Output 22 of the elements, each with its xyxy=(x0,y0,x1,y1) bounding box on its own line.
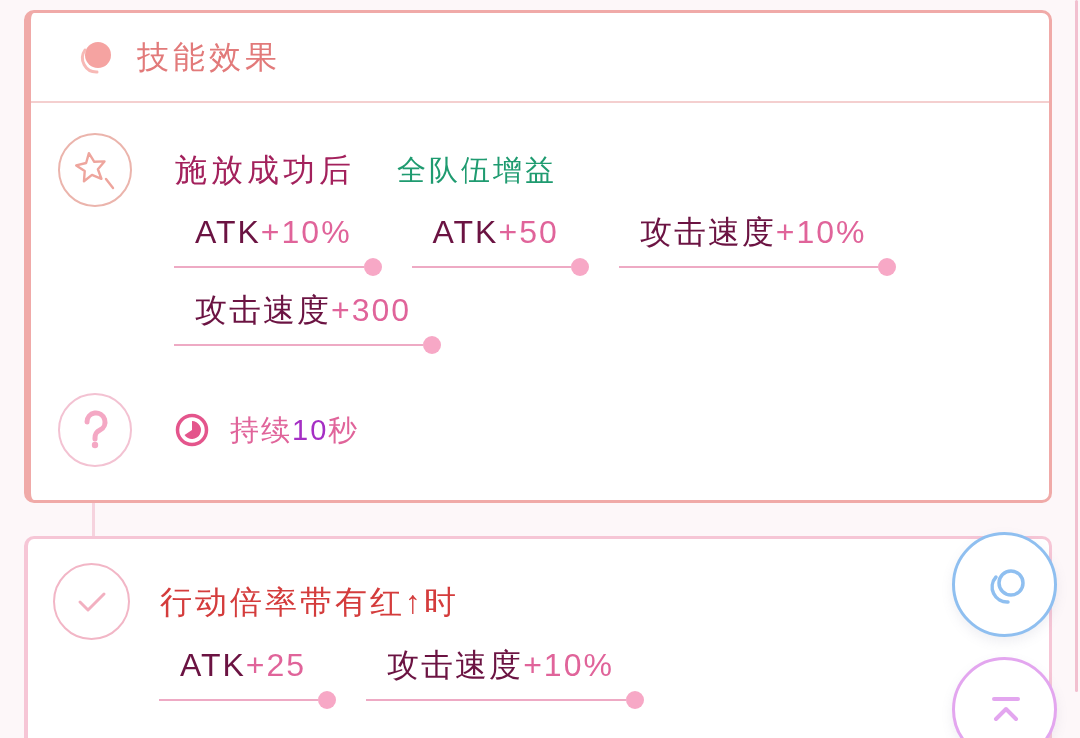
dot-underline-icon xyxy=(366,691,644,709)
scrollbar-thumb[interactable] xyxy=(1075,0,1078,692)
stat-text: 攻击速度+300 xyxy=(195,291,412,330)
dot-underline-icon xyxy=(411,258,589,276)
stat-text: ATK+10% xyxy=(195,213,352,252)
stat-text: 攻击速度+10% xyxy=(387,646,614,685)
condition-text: 行动倍率带有红↑时 xyxy=(160,582,459,622)
dot-underline-icon xyxy=(618,258,897,276)
scope-text: 全队伍增益 xyxy=(397,153,557,188)
back-to-top-icon xyxy=(991,697,1020,722)
section-title: 技能效果 xyxy=(137,38,281,77)
dot-underline-icon xyxy=(159,691,337,709)
stat-text: 攻击速度+10% xyxy=(639,213,867,252)
question-icon xyxy=(58,393,132,467)
dot-underline-icon xyxy=(174,336,442,354)
duration-text: 持续10秒 xyxy=(230,413,360,448)
stat-text: ATK+25 xyxy=(180,646,307,685)
checkmark-icon xyxy=(53,563,130,640)
timer-icon xyxy=(175,413,209,447)
dot-underline-icon xyxy=(174,258,382,276)
condition-text: 施放成功后 xyxy=(175,151,355,190)
stat-text: ATK+50 xyxy=(432,213,559,252)
